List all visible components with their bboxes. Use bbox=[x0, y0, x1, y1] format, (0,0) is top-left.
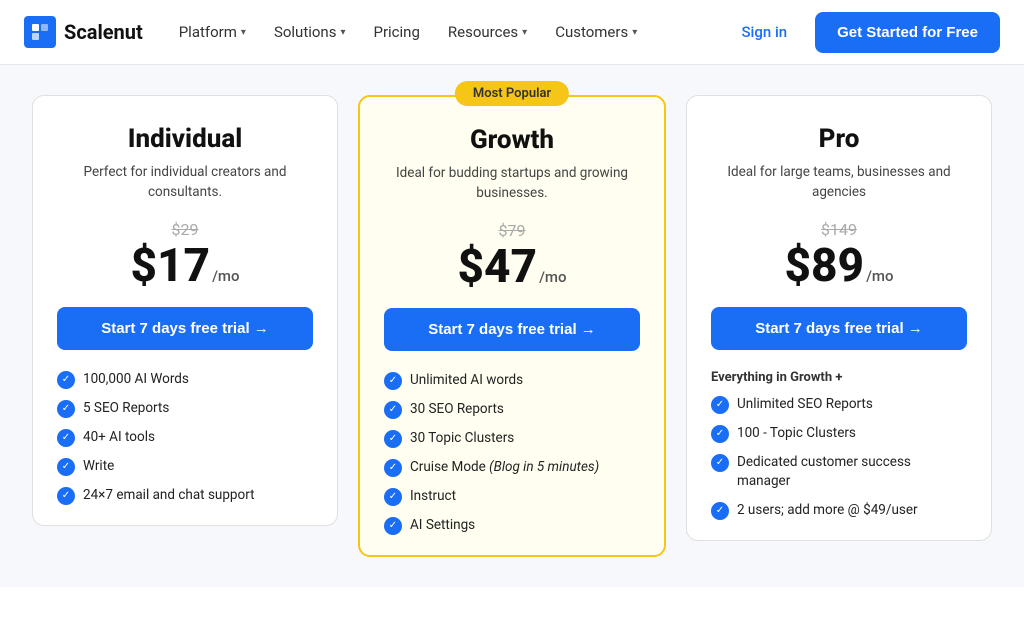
feature-item: ✓ 100 - Topic Clusters bbox=[711, 424, 967, 443]
feature-item: ✓ 100,000 AI Words bbox=[57, 370, 313, 389]
trial-button[interactable]: Start 7 days free trial → bbox=[384, 308, 640, 351]
check-icon: ✓ bbox=[384, 372, 402, 390]
plan-price-mo: /mo bbox=[212, 267, 239, 289]
nav-item-customers[interactable]: Customers ▾ bbox=[543, 15, 649, 49]
feature-item: ✓ Unlimited AI words bbox=[384, 371, 640, 390]
nav-item-resources[interactable]: Resources ▾ bbox=[436, 15, 539, 49]
logo-text: Scalenut bbox=[64, 20, 143, 44]
trial-button[interactable]: Start 7 days free trial → bbox=[711, 307, 967, 350]
feature-text: Write bbox=[83, 457, 114, 476]
features-list: ✓ Unlimited AI words ✓ 30 SEO Reports ✓ … bbox=[384, 371, 640, 535]
plan-price-mo: /mo bbox=[866, 267, 893, 289]
logo-area[interactable]: Scalenut bbox=[24, 16, 143, 48]
feature-text: Unlimited SEO Reports bbox=[737, 395, 873, 414]
feature-text: Unlimited AI words bbox=[410, 371, 523, 390]
feature-item: ✓ 30 Topic Clusters bbox=[384, 429, 640, 448]
plan-name: Growth bbox=[384, 125, 640, 155]
feature-text: 40+ AI tools bbox=[83, 428, 155, 447]
plan-desc: Ideal for budding startups and growing b… bbox=[384, 163, 640, 205]
feature-text: 5 SEO Reports bbox=[83, 399, 169, 418]
feature-text: Instruct bbox=[410, 487, 456, 506]
plan-price-mo: /mo bbox=[539, 268, 566, 290]
check-icon: ✓ bbox=[384, 401, 402, 419]
plan-price: $17 bbox=[130, 243, 210, 289]
nav-right: Sign in Get Started for Free bbox=[729, 12, 1000, 53]
plan-original-price: $29 bbox=[57, 220, 313, 239]
check-icon: ✓ bbox=[57, 429, 75, 447]
check-icon: ✓ bbox=[384, 459, 402, 477]
feature-text: Dedicated customer success manager bbox=[737, 453, 967, 491]
chevron-down-icon: ▾ bbox=[340, 27, 345, 38]
plan-name: Pro bbox=[711, 124, 967, 154]
feature-item: ✓ AI Settings bbox=[384, 516, 640, 535]
feature-item: ✓ Instruct bbox=[384, 487, 640, 506]
feature-text: 24×7 email and chat support bbox=[83, 486, 255, 505]
check-icon: ✓ bbox=[384, 517, 402, 535]
feature-text: 2 users; add more @ $49/user bbox=[737, 501, 918, 520]
feature-item: ✓ Unlimited SEO Reports bbox=[711, 395, 967, 414]
feature-item: ✓ 5 SEO Reports bbox=[57, 399, 313, 418]
nav-item-platform[interactable]: Platform ▾ bbox=[167, 15, 258, 49]
feature-item: ✓ Dedicated customer success manager bbox=[711, 453, 967, 491]
plan-desc: Perfect for individual creators and cons… bbox=[57, 162, 313, 204]
nav-item-pricing[interactable]: Pricing bbox=[361, 15, 431, 49]
check-icon: ✓ bbox=[711, 502, 729, 520]
plan-card-growth: Most Popular Growth Ideal for budding st… bbox=[358, 95, 666, 557]
chevron-down-icon: ▾ bbox=[241, 27, 246, 38]
feature-item: ✓ 2 users; add more @ $49/user bbox=[711, 501, 967, 520]
feature-text: 30 SEO Reports bbox=[410, 400, 504, 419]
plan-original-price: $149 bbox=[711, 220, 967, 239]
feature-item: ✓ 40+ AI tools bbox=[57, 428, 313, 447]
check-icon: ✓ bbox=[384, 488, 402, 506]
plan-desc: Ideal for large teams, businesses and ag… bbox=[711, 162, 967, 204]
feature-text: 100 - Topic Clusters bbox=[737, 424, 856, 443]
plan-name: Individual bbox=[57, 124, 313, 154]
plan-card-individual: Individual Perfect for individual creato… bbox=[32, 95, 338, 526]
feature-item: ✓ 30 SEO Reports bbox=[384, 400, 640, 419]
most-popular-badge: Most Popular bbox=[455, 81, 569, 106]
check-icon: ✓ bbox=[57, 400, 75, 418]
everything-label: Everything in Growth + bbox=[711, 370, 967, 385]
pricing-section: Individual Perfect for individual creato… bbox=[0, 65, 1024, 587]
feature-text: 100,000 AI Words bbox=[83, 370, 189, 389]
features-list: ✓ 100,000 AI Words ✓ 5 SEO Reports ✓ 40+… bbox=[57, 370, 313, 505]
feature-text: Cruise Mode (Blog in 5 minutes) bbox=[410, 458, 599, 477]
nav-links: Platform ▾ Solutions ▾ Pricing Resources… bbox=[167, 15, 730, 49]
plan-price-row: $17 /mo bbox=[57, 243, 313, 289]
get-started-button[interactable]: Get Started for Free bbox=[815, 12, 1000, 53]
check-icon: ✓ bbox=[57, 371, 75, 389]
plan-card-pro: Pro Ideal for large teams, businesses an… bbox=[686, 95, 992, 541]
check-icon: ✓ bbox=[711, 396, 729, 414]
navbar: Scalenut Platform ▾ Solutions ▾ Pricing … bbox=[0, 0, 1024, 65]
chevron-down-icon: ▾ bbox=[632, 27, 637, 38]
chevron-down-icon: ▾ bbox=[522, 27, 527, 38]
check-icon: ✓ bbox=[711, 454, 729, 472]
signin-button[interactable]: Sign in bbox=[729, 15, 799, 49]
feature-text: 30 Topic Clusters bbox=[410, 429, 514, 448]
feature-item: ✓ Cruise Mode (Blog in 5 minutes) bbox=[384, 458, 640, 477]
feature-text: AI Settings bbox=[410, 516, 475, 535]
trial-button[interactable]: Start 7 days free trial → bbox=[57, 307, 313, 350]
plan-original-price: $79 bbox=[384, 221, 640, 240]
nav-item-solutions[interactable]: Solutions ▾ bbox=[262, 15, 358, 49]
check-icon: ✓ bbox=[711, 425, 729, 443]
feature-item: ✓ Write bbox=[57, 457, 313, 476]
logo-icon bbox=[24, 16, 56, 48]
feature-item: ✓ 24×7 email and chat support bbox=[57, 486, 313, 505]
check-icon: ✓ bbox=[57, 487, 75, 505]
plan-price-row: $89 /mo bbox=[711, 243, 967, 289]
plan-price: $89 bbox=[784, 243, 864, 289]
check-icon: ✓ bbox=[57, 458, 75, 476]
features-list: ✓ Unlimited SEO Reports ✓ 100 - Topic Cl… bbox=[711, 395, 967, 520]
plan-price: $47 bbox=[457, 244, 537, 290]
check-icon: ✓ bbox=[384, 430, 402, 448]
plan-price-row: $47 /mo bbox=[384, 244, 640, 290]
